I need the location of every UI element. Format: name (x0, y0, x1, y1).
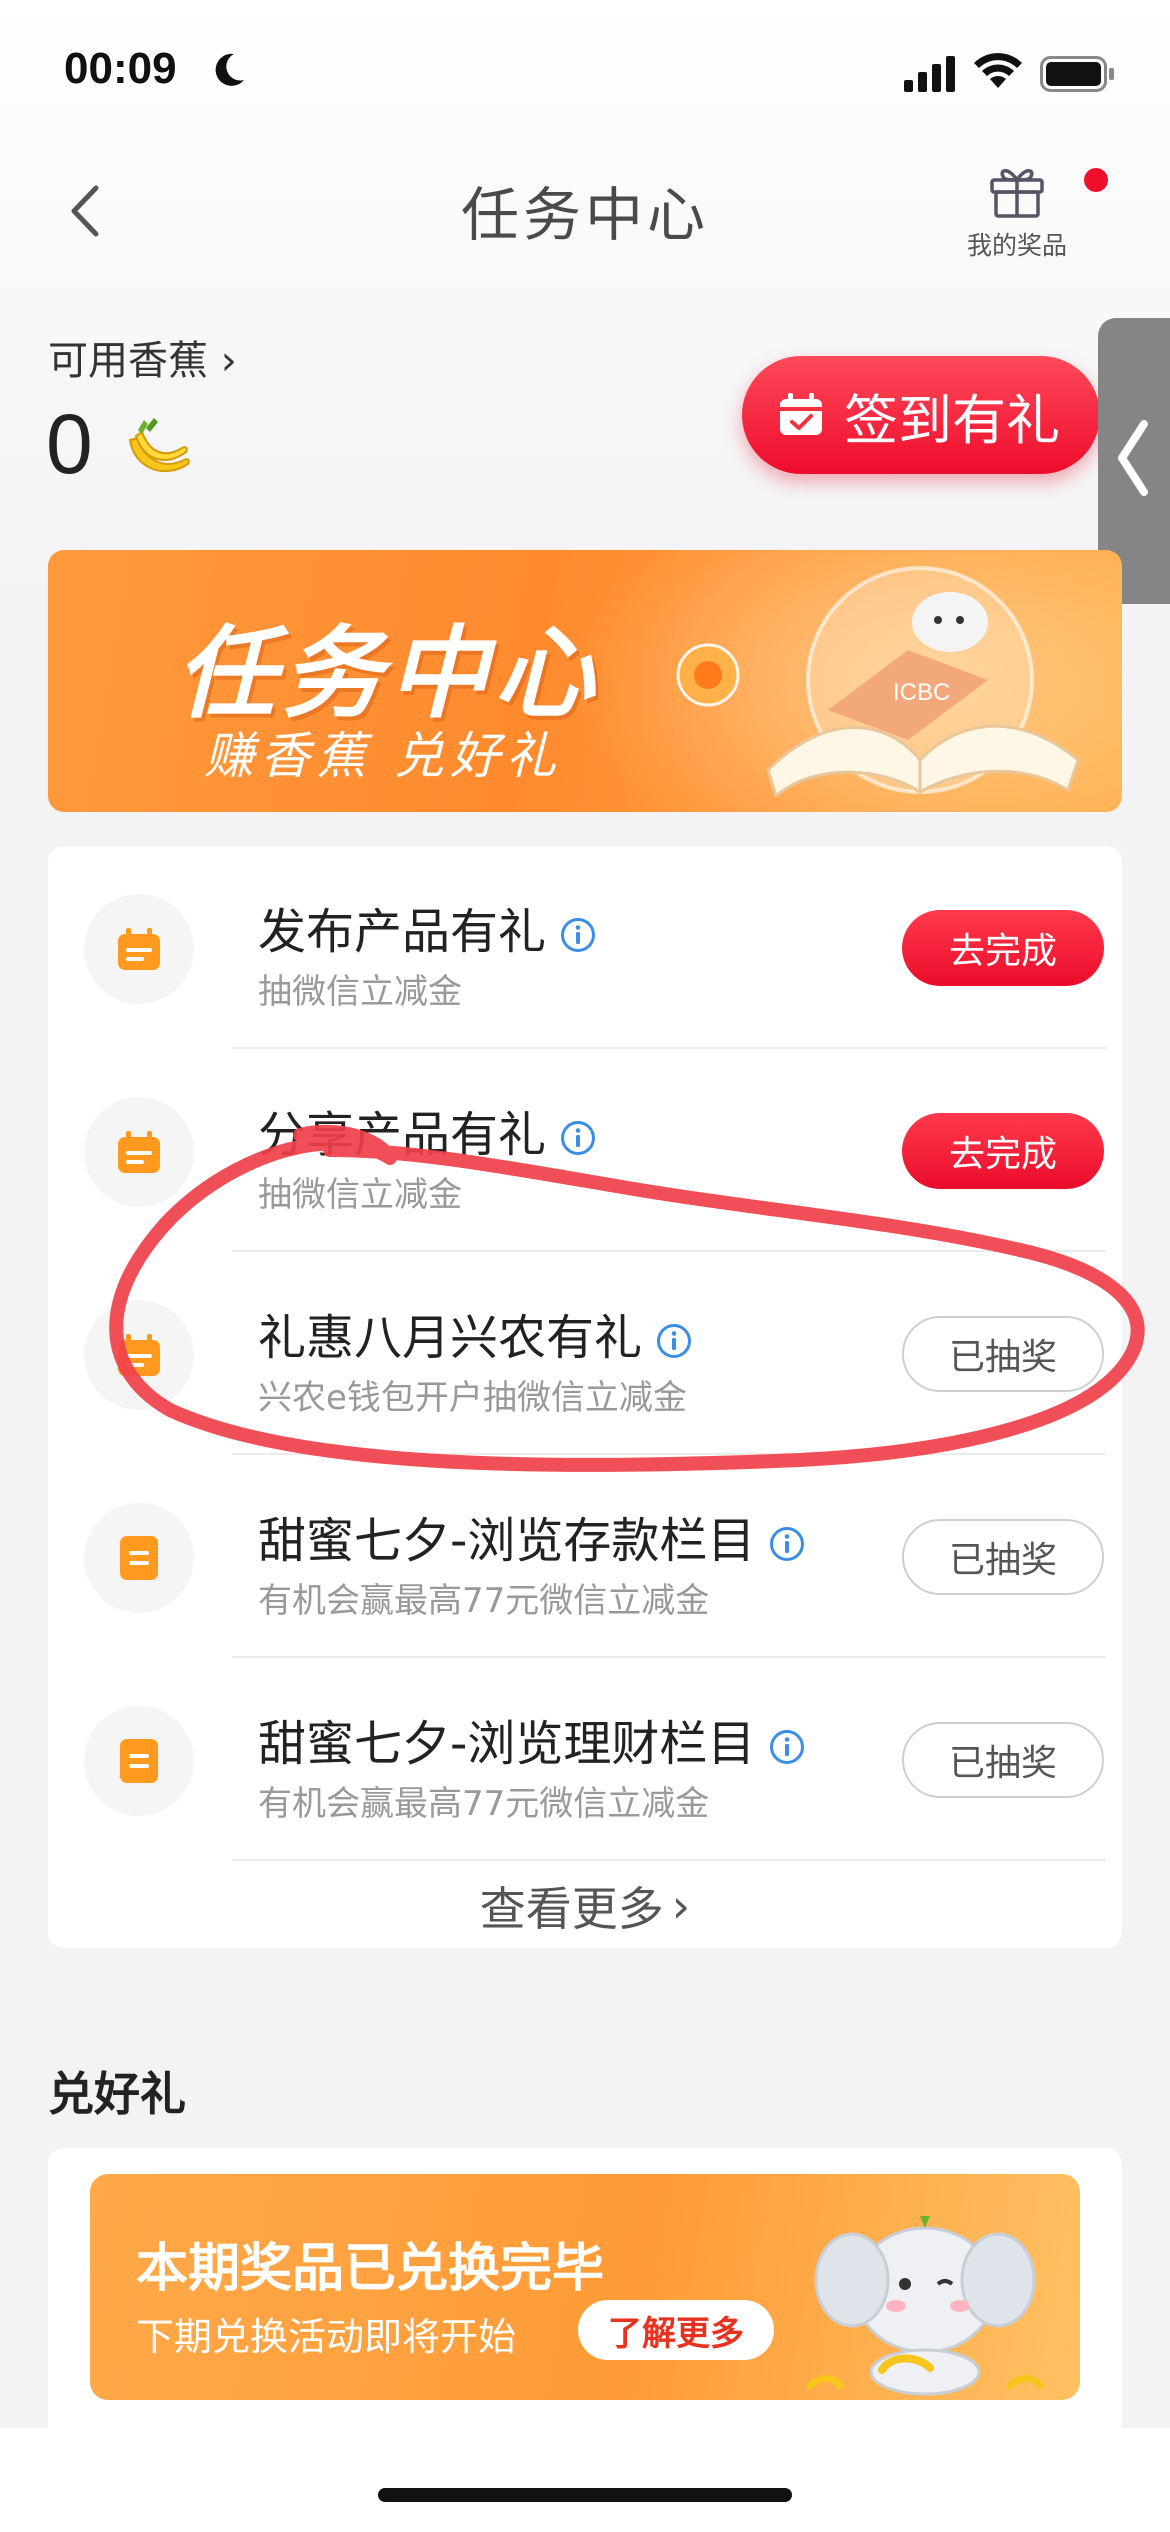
elephant-mascot (806, 2216, 1044, 2396)
calendar-icon (780, 393, 822, 435)
drawn-status-button[interactable]: 已抽奖 (902, 1722, 1104, 1798)
task-icon-wrap (84, 1097, 194, 1207)
banner-book-illustration: ICBC (676, 566, 1080, 799)
go-complete-button[interactable]: 去完成 (902, 910, 1104, 986)
task-row: 分享产品有礼抽微信立减金 去完成 (48, 1049, 1122, 1252)
home-indicator (378, 2488, 792, 2502)
task-title-row: 分享产品有礼 (258, 1095, 596, 1165)
task-title: 分享产品有礼 (258, 1107, 547, 1163)
gift-icon (990, 169, 1044, 218)
task-title-row: 礼惠八月兴农有礼 (258, 1298, 692, 1368)
task-row: 甜蜜七夕-浏览存款栏目有机会赢最高77元微信立减金 已抽奖 (48, 1455, 1122, 1658)
task-icon-wrap (84, 1300, 194, 1410)
banana-count: 0 (46, 397, 93, 491)
calendar-icon (118, 1131, 160, 1173)
info-icon[interactable] (560, 1120, 596, 1156)
go-complete-button[interactable]: 去完成 (902, 1113, 1104, 1189)
learn-more-button[interactable]: 了解更多 (578, 2300, 774, 2360)
moon-icon (215, 53, 244, 86)
side-collapse-icon (1118, 420, 1148, 496)
calendar-icon (118, 928, 160, 970)
gift-banner[interactable]: 本期奖品已兑换完毕 下期兑换活动即将开始 了解更多 (90, 2174, 1080, 2400)
my-prizes-button[interactable]: 我的奖品 (952, 158, 1082, 268)
gift-banner-subtitle: 下期兑换活动即将开始 (136, 2315, 517, 2359)
task-row: 发布产品有礼抽微信立减金 去完成 (48, 846, 1122, 1049)
task-subtitle: 有机会赢最高77元微信立减金 (258, 1784, 710, 1824)
task-icon-wrap (84, 894, 194, 1004)
task-title-row: 发布产品有礼 (258, 892, 596, 962)
calendar-icon (118, 1334, 160, 1376)
signal-icon (904, 56, 955, 92)
chevron-right-icon: › (220, 338, 237, 384)
task-subtitle: 兴农e钱包开户抽微信立减金 (258, 1378, 687, 1418)
task-title: 礼惠八月兴农有礼 (258, 1310, 643, 1366)
battery-icon (1040, 56, 1114, 92)
task-subtitle: 抽微信立减金 (258, 1175, 462, 1215)
task-row: 甜蜜七夕-浏览理财栏目有机会赢最高77元微信立减金 已抽奖 (48, 1658, 1122, 1861)
available-bananas-link[interactable]: 可用香蕉 › (48, 328, 237, 386)
wifi-icon (974, 53, 1022, 88)
view-more-link[interactable]: 查看更多 › (48, 1866, 1122, 1946)
task-title: 发布产品有礼 (258, 904, 547, 960)
view-more-label: 查看更多 (479, 1882, 664, 1936)
task-subtitle: 有机会赢最高77元微信立减金 (258, 1581, 710, 1621)
banner-subtitle: 赚香蕉 兑好礼 (204, 727, 562, 785)
drawn-status-button[interactable]: 已抽奖 (902, 1316, 1104, 1392)
my-prizes-label: 我的奖品 (966, 231, 1067, 260)
task-icon-wrap (84, 1706, 194, 1816)
info-icon[interactable] (769, 1729, 805, 1765)
checkin-button[interactable]: 签到有礼 (742, 356, 1100, 474)
banana-icon (128, 418, 190, 473)
gifts-section-title: 兑好礼 (48, 2067, 186, 2121)
task-row: 礼惠八月兴农有礼兴农e钱包开户抽微信立减金 已抽奖 (48, 1252, 1122, 1455)
info-icon[interactable] (560, 917, 596, 953)
task-list-card: 发布产品有礼 抽微信立减金 去完成 分享产品有礼 抽微信立减金 去完成 礼惠八月兴农有礼 兴农… (48, 846, 1122, 1948)
status-bar: 00:09 (0, 0, 1170, 150)
drawn-status-button[interactable]: 已抽奖 (902, 1519, 1104, 1595)
notification-dot (1084, 168, 1108, 192)
document-icon (120, 1536, 158, 1580)
chevron-right-icon: › (671, 1879, 691, 1933)
task-divider (232, 1859, 1106, 1861)
available-bananas-label: 可用香蕉 (48, 338, 208, 384)
task-icon-wrap (84, 1503, 194, 1613)
checkin-label: 签到有礼 (844, 388, 1060, 452)
task-title: 甜蜜七夕-浏览理财栏目 (258, 1716, 756, 1772)
task-center-banner[interactable]: 任务中心 赚香蕉 兑好礼 ICBC (48, 550, 1122, 812)
task-title-row: 甜蜜七夕-浏览存款栏目 (258, 1501, 805, 1571)
banner-logo-text: ICBC (893, 679, 950, 706)
status-time: 00:09 (64, 44, 177, 93)
task-subtitle: 抽微信立减金 (258, 972, 462, 1012)
document-icon (120, 1739, 158, 1783)
gift-banner-title: 本期奖品已兑换完毕 (136, 2239, 605, 2299)
info-icon[interactable] (656, 1323, 692, 1359)
task-title-row: 甜蜜七夕-浏览理财栏目 (258, 1704, 805, 1774)
bottom-safe-area (0, 2428, 1170, 2532)
gifts-card: 本期奖品已兑换完毕 下期兑换活动即将开始 了解更多 (48, 2148, 1122, 2428)
info-icon[interactable] (769, 1526, 805, 1562)
task-title: 甜蜜七夕-浏览存款栏目 (258, 1513, 756, 1569)
